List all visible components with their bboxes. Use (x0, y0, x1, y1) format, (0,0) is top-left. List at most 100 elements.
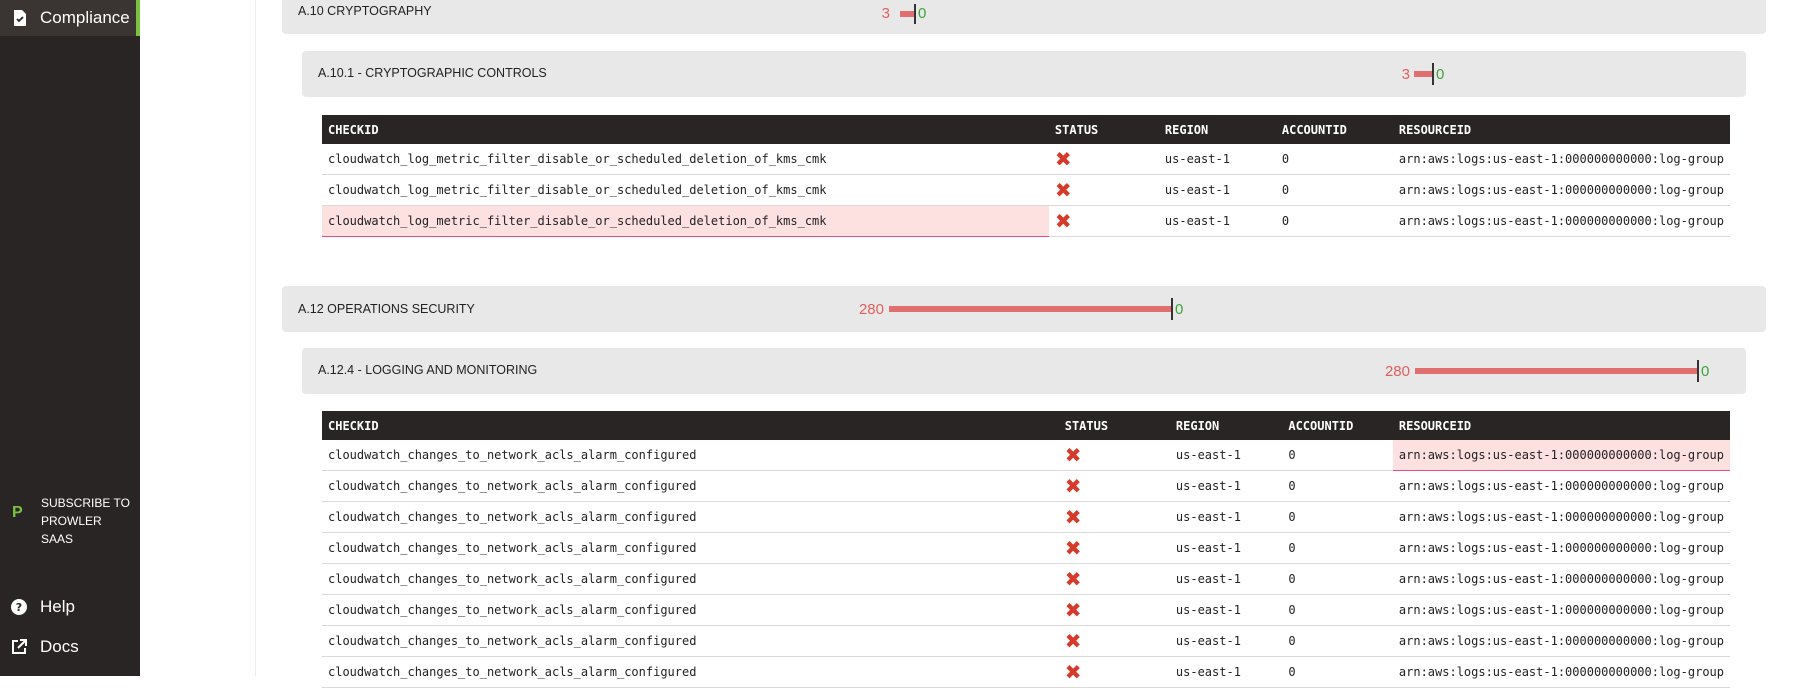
fail-count: 280 (1384, 363, 1410, 380)
accountid-cell: 0 (1282, 656, 1393, 688)
docs-label: Docs (40, 637, 79, 656)
x-icon: ✖ (1054, 209, 1072, 233)
resourceid-cell: arn:aws:logs:us-east-1:000000000000:log-… (1392, 205, 1730, 237)
help-icon: ? (10, 598, 28, 616)
column-header-status[interactable]: STATUS (1058, 411, 1170, 440)
resourceid-cell: arn:aws:logs:us-east-1:000000000000:log-… (1392, 625, 1730, 657)
status-cell: ✖ (1058, 501, 1170, 533)
status-cell: ✖ (1058, 532, 1170, 564)
pass-count: 0 (918, 5, 927, 22)
accountid-cell: 0 (1282, 532, 1393, 564)
checkid-cell: cloudwatch_changes_to_network_acls_alarm… (322, 532, 1059, 564)
sidebar-item-compliance[interactable]: Compliance (0, 0, 140, 36)
checkid-cell: cloudwatch_changes_to_network_acls_alarm… (322, 440, 1059, 471)
accountid-cell: 0 (1275, 144, 1393, 175)
bar-divider (1171, 298, 1173, 320)
table-header-row: CHECKID STATUS REGION ACCOUNTID RESOURCE… (322, 411, 1730, 440)
status-cell: ✖ (1058, 594, 1170, 626)
table-row[interactable]: cloudwatch_changes_to_network_acls_alarm… (322, 501, 1730, 533)
column-header-checkid[interactable]: CHECKID (322, 115, 1049, 144)
section-a12-4-header[interactable]: A.12.4 - LOGGING AND MONITORING 280 0 (302, 348, 1746, 394)
status-cell: ✖ (1058, 470, 1170, 502)
table-header-row: CHECKID STATUS REGION ACCOUNTID RESOURCE… (322, 115, 1730, 144)
status-cell: ✖ (1058, 656, 1170, 688)
status-cell: ✖ (1058, 563, 1170, 595)
region-cell: us-east-1 (1169, 440, 1283, 471)
sidebar-item-label: Compliance (40, 8, 130, 27)
fail-count: 280 (858, 301, 884, 318)
region-cell: us-east-1 (1169, 594, 1283, 626)
section-title: A.10.1 - CRYPTOGRAPHIC CONTROLS (318, 66, 547, 80)
section-a12-header[interactable]: A.12 OPERATIONS SECURITY 280 0 (282, 286, 1766, 332)
section-title: A.10 CRYPTOGRAPHY (298, 4, 432, 18)
region-cell: us-east-1 (1158, 144, 1276, 175)
checkid-cell: cloudwatch_changes_to_network_acls_alarm… (322, 656, 1059, 688)
section-a10-1-header[interactable]: A.10.1 - CRYPTOGRAPHIC CONTROLS 3 0 (302, 51, 1746, 97)
subscribe-link[interactable]: P SUBSCRIBE TO PROWLER SAAS (12, 494, 131, 548)
fail-bar (1415, 368, 1697, 374)
x-icon: ✖ (1064, 536, 1082, 560)
resourceid-cell: arn:aws:logs:us-east-1:000000000000:log-… (1392, 594, 1730, 626)
region-cell: us-east-1 (1158, 205, 1276, 237)
status-cell: ✖ (1048, 174, 1159, 206)
x-icon: ✖ (1064, 474, 1082, 498)
resourceid-cell: arn:aws:logs:us-east-1:000000000000:log-… (1392, 656, 1730, 688)
table-row[interactable]: cloudwatch_changes_to_network_acls_alarm… (322, 594, 1730, 626)
fail-bar (1414, 71, 1432, 77)
resourceid-cell: arn:aws:logs:us-east-1:000000000000:log-… (1392, 144, 1730, 175)
content-gutter (140, 0, 256, 676)
svg-text:?: ? (16, 601, 22, 614)
column-header-resourceid[interactable]: RESOURCEID (1392, 115, 1730, 144)
pass-count: 0 (1436, 66, 1445, 83)
table-row[interactable]: cloudwatch_log_metric_filter_disable_or_… (322, 144, 1730, 175)
checkid-cell: cloudwatch_log_metric_filter_disable_or_… (322, 174, 1049, 206)
accountid-cell: 0 (1275, 205, 1393, 237)
table-row[interactable]: cloudwatch_changes_to_network_acls_alarm… (322, 440, 1730, 471)
column-header-status[interactable]: STATUS (1048, 115, 1159, 144)
column-header-region[interactable]: REGION (1158, 115, 1276, 144)
column-header-checkid[interactable]: CHECKID (322, 411, 1059, 440)
status-cell: ✖ (1058, 440, 1170, 471)
resourceid-cell: arn:aws:logs:us-east-1:000000000000:log-… (1392, 174, 1730, 206)
region-cell: us-east-1 (1169, 470, 1283, 502)
checkid-cell: cloudwatch_changes_to_network_acls_alarm… (322, 594, 1059, 626)
status-cell: ✖ (1048, 205, 1159, 237)
column-header-region[interactable]: REGION (1169, 411, 1283, 440)
column-header-accountid[interactable]: ACCOUNTID (1282, 411, 1393, 440)
sidebar-item-docs[interactable]: Docs (10, 637, 79, 657)
findings-table-a10-1: CHECKID STATUS REGION ACCOUNTID RESOURCE… (322, 115, 1730, 237)
status-cell: ✖ (1048, 144, 1159, 175)
subscribe-label: SUBSCRIBE TO PROWLER SAAS (41, 496, 130, 546)
accountid-cell: 0 (1282, 594, 1393, 626)
sidebar-item-help[interactable]: ? Help (10, 597, 75, 617)
checkid-cell: cloudwatch_changes_to_network_acls_alarm… (322, 563, 1059, 595)
table-row[interactable]: cloudwatch_log_metric_filter_disable_or_… (322, 174, 1730, 206)
pass-count: 0 (1175, 301, 1184, 318)
x-icon: ✖ (1064, 660, 1082, 684)
accountid-cell: 0 (1282, 563, 1393, 595)
table-row[interactable]: cloudwatch_changes_to_network_acls_alarm… (322, 656, 1730, 688)
x-icon: ✖ (1064, 598, 1082, 622)
resourceid-cell: arn:aws:logs:us-east-1:000000000000:log-… (1392, 532, 1730, 564)
fail-count: 3 (1401, 66, 1410, 83)
table-row[interactable]: cloudwatch_changes_to_network_acls_alarm… (322, 563, 1730, 595)
x-icon: ✖ (1054, 147, 1072, 171)
column-header-accountid[interactable]: ACCOUNTID (1275, 115, 1393, 144)
bar-divider (1697, 360, 1699, 382)
sidebar: Compliance P SUBSCRIBE TO PROWLER SAAS ?… (0, 0, 140, 676)
table-row[interactable]: cloudwatch_changes_to_network_acls_alarm… (322, 532, 1730, 564)
main-content: A.10 CRYPTOGRAPHY 3 0 A.10.1 - CRYPTOGRA… (256, 0, 1802, 688)
column-header-resourceid[interactable]: RESOURCEID (1392, 411, 1730, 440)
section-a10-header[interactable]: A.10 CRYPTOGRAPHY 3 0 (282, 0, 1766, 34)
table-row[interactable]: cloudwatch_changes_to_network_acls_alarm… (322, 625, 1730, 657)
table-row[interactable]: cloudwatch_changes_to_network_acls_alarm… (322, 470, 1730, 502)
x-icon: ✖ (1064, 629, 1082, 653)
accountid-cell: 0 (1282, 625, 1393, 657)
x-icon: ✖ (1064, 567, 1082, 591)
bar-divider (1432, 63, 1434, 85)
table-row[interactable]: cloudwatch_log_metric_filter_disable_or_… (322, 205, 1730, 237)
fail-count: 3 (881, 5, 890, 22)
region-cell: us-east-1 (1158, 174, 1276, 206)
help-label: Help (40, 597, 75, 616)
resourceid-cell: arn:aws:logs:us-east-1:000000000000:log-… (1392, 501, 1730, 533)
